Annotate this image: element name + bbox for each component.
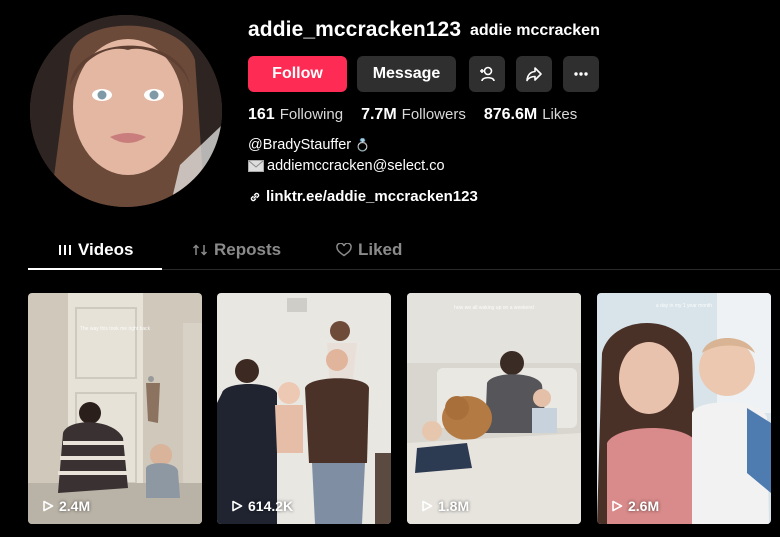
profile-link-text[interactable]: linktr.ee/addie_mccracken123 <box>266 188 478 205</box>
heart-icon <box>336 243 352 257</box>
bio-email-line: addiemccracken@select.co <box>248 158 445 174</box>
profile-stats: 161 Following 7.7M Followers 876.6M Likes <box>248 106 577 124</box>
play-icon <box>232 500 243 512</box>
stat-followers[interactable]: 7.7M Followers <box>361 106 466 124</box>
bio-mention[interactable]: @BradyStauffer <box>248 137 351 153</box>
play-icon <box>422 500 433 512</box>
view-count: 2.4M <box>42 498 90 514</box>
profile-tabs: Videos Reposts Liked <box>28 236 780 270</box>
add-friend-button[interactable] <box>469 56 505 92</box>
bio-line: @BradyStauffer 💍 <box>248 137 370 153</box>
view-count-text: 2.6M <box>628 498 660 514</box>
bio-email: addiemccracken@select.co <box>267 158 445 174</box>
repost-icon <box>192 244 208 256</box>
stat-value: 161 <box>248 106 275 123</box>
stat-label: Following <box>279 106 344 123</box>
video-caption: how we all waking up on a weekend <box>454 305 534 311</box>
share-button[interactable] <box>516 56 552 92</box>
grid-icon <box>59 245 71 255</box>
tab-videos[interactable]: Videos <box>58 240 133 260</box>
video-thumbnail <box>217 293 391 524</box>
ring-icon: 💍 <box>355 138 371 152</box>
follow-button[interactable]: Follow <box>248 56 347 92</box>
tab-label: Videos <box>78 240 134 259</box>
view-count: 2.6M <box>611 498 659 514</box>
video-thumbnail <box>597 293 771 524</box>
profile-username: addie_mccracken123 <box>248 18 462 41</box>
video-caption: The way this took me right back <box>79 326 151 332</box>
active-tab-indicator <box>28 268 162 270</box>
stat-value: 7.7M <box>361 106 397 123</box>
video-card[interactable]: 614.2K <box>217 293 391 524</box>
share-icon <box>526 67 542 82</box>
stat-label: Followers <box>401 106 466 123</box>
view-count-text: 2.4M <box>59 498 91 514</box>
video-thumbnail <box>407 293 581 524</box>
more-options-button[interactable] <box>563 56 599 92</box>
video-card[interactable]: how we all waking up on a weekend 1.8M <box>407 293 581 524</box>
tab-label: Liked <box>358 240 403 259</box>
add-user-icon <box>480 66 495 82</box>
tab-liked[interactable]: Liked <box>336 240 402 260</box>
play-icon <box>43 500 54 512</box>
tab-reposts[interactable]: Reposts <box>192 240 281 260</box>
envelope-icon <box>248 160 264 172</box>
view-count: 1.8M <box>421 498 469 514</box>
view-count-text: 1.8M <box>438 498 470 514</box>
view-count: 614.2K <box>231 498 293 514</box>
link-icon <box>250 192 260 201</box>
stat-value: 876.6M <box>483 106 538 123</box>
profile-display-name: addie mccracken <box>470 22 600 39</box>
profile-link[interactable]: linktr.ee/addie_mccracken123 <box>248 188 478 205</box>
view-count-text: 614.2K <box>248 498 294 514</box>
video-card[interactable]: The way this took me right back 2.4M <box>28 293 202 524</box>
video-card[interactable]: a day in my 1 year month 2.6M <box>597 293 771 524</box>
stat-label: Likes <box>542 106 578 123</box>
more-icon <box>574 72 588 76</box>
video-caption: a day in my 1 year month <box>655 303 713 309</box>
stat-likes: 876.6M Likes <box>484 106 577 124</box>
stat-following[interactable]: 161 Following <box>248 106 343 124</box>
play-icon <box>612 500 623 512</box>
message-button[interactable]: Message <box>357 56 456 92</box>
profile-avatar[interactable] <box>30 15 222 207</box>
tab-label: Reposts <box>214 240 282 259</box>
